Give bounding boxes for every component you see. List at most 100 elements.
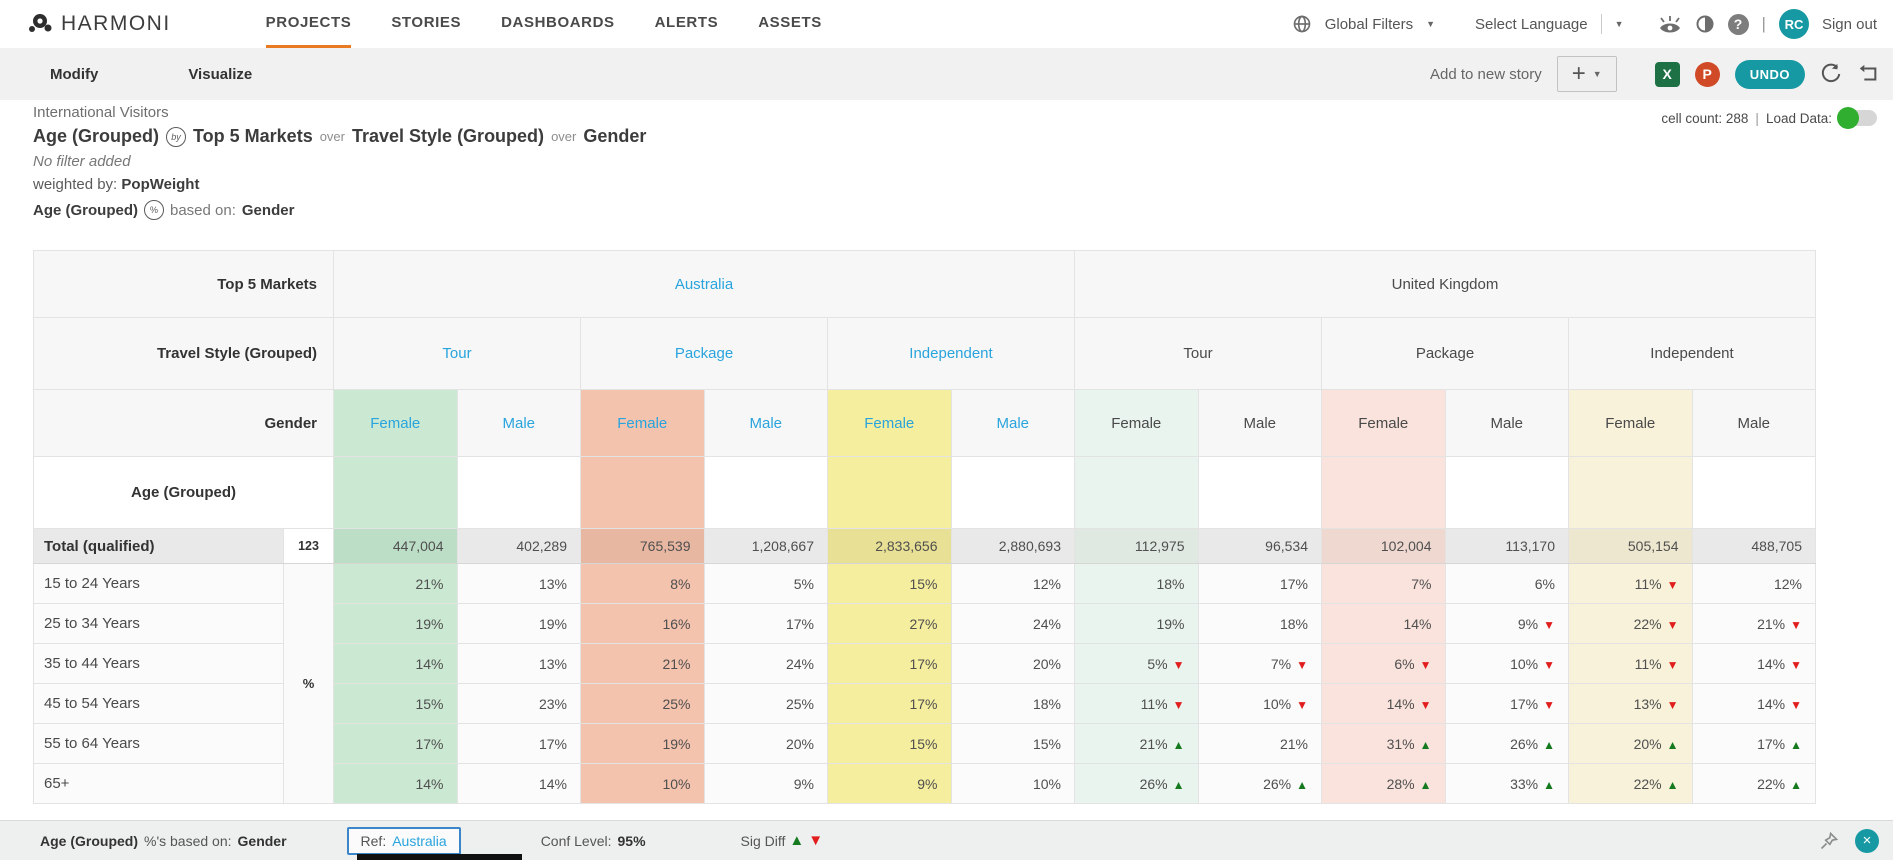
- modify-tab[interactable]: Modify: [50, 66, 98, 83]
- total-cell: 2,880,693: [950, 528, 1075, 564]
- data-cell: 26% ▲: [1444, 723, 1569, 764]
- gender-header[interactable]: Female: [333, 389, 458, 457]
- market-header[interactable]: United Kingdom: [1074, 250, 1816, 318]
- data-cell: 25%: [580, 683, 705, 724]
- confidence-level[interactable]: Conf Level: 95%: [541, 833, 646, 849]
- sig-down-icon: ▼: [1790, 617, 1802, 632]
- age-row-label[interactable]: 15 to 24 Years: [33, 563, 284, 604]
- sig-diff-control[interactable]: Sig Diff ▲ ▼: [741, 832, 824, 849]
- report-toolbar: Modify Visualize Add to new story + ▼ X …: [0, 48, 1893, 100]
- filter-note[interactable]: No filter added: [33, 153, 646, 170]
- close-icon[interactable]: ×: [1855, 828, 1879, 853]
- age-row-label[interactable]: 25 to 34 Years: [33, 603, 284, 644]
- chevron-down-icon[interactable]: ▼: [1426, 19, 1435, 29]
- age-row-label[interactable]: 65+: [33, 763, 284, 804]
- title-dim2[interactable]: Travel Style (Grouped): [352, 126, 544, 147]
- app-logo[interactable]: HARMONI: [28, 11, 171, 37]
- preview-eye-icon[interactable]: [1658, 14, 1682, 34]
- data-cell: 8%: [580, 563, 705, 604]
- gender-header[interactable]: Male: [950, 389, 1075, 457]
- style-header[interactable]: Package: [580, 317, 828, 390]
- add-to-story-button[interactable]: + ▼: [1556, 56, 1617, 92]
- reference-selector[interactable]: Ref: Australia: [346, 826, 461, 855]
- style-header[interactable]: Independent: [1568, 317, 1816, 390]
- tab-projects[interactable]: PROJECTS: [265, 0, 352, 48]
- load-data-toggle[interactable]: [1837, 107, 1877, 129]
- gender-header[interactable]: Male: [1444, 389, 1569, 457]
- gender-header[interactable]: Male: [1691, 389, 1816, 457]
- spacer-cell: [1197, 456, 1322, 529]
- horizontal-scrollbar-thumb[interactable]: [357, 854, 522, 860]
- title-measure[interactable]: Age (Grouped): [33, 126, 159, 147]
- spacer-cell: [580, 456, 705, 529]
- refresh-icon[interactable]: [1820, 63, 1842, 85]
- chevron-down-icon[interactable]: ▼: [1615, 19, 1624, 29]
- contrast-icon[interactable]: [1695, 14, 1715, 34]
- report-title: Age (Grouped) by Top 5 Markets over Trav…: [33, 126, 646, 147]
- data-cell: 16%: [580, 603, 705, 644]
- help-icon[interactable]: ?: [1727, 13, 1749, 35]
- data-cell: 14%: [333, 643, 458, 684]
- gender-header[interactable]: Female: [1568, 389, 1693, 457]
- gender-header[interactable]: Male: [703, 389, 828, 457]
- sig-down-icon: ▼: [1790, 657, 1802, 672]
- brand-name: HARMONI: [61, 12, 171, 35]
- sign-out-button[interactable]: Sign out: [1822, 16, 1877, 33]
- avatar[interactable]: RC: [1778, 9, 1809, 39]
- gender-header[interactable]: Male: [1197, 389, 1322, 457]
- gender-header[interactable]: Female: [1321, 389, 1446, 457]
- tab-assets[interactable]: ASSETS: [758, 0, 822, 48]
- sig-down-icon: ▼: [1296, 657, 1308, 672]
- tab-dashboards[interactable]: DASHBOARDS: [501, 0, 615, 48]
- reset-view-icon[interactable]: [1857, 63, 1879, 85]
- age-row-label[interactable]: 45 to 54 Years: [33, 683, 284, 724]
- data-cell: 17%: [827, 643, 952, 684]
- export-powerpoint-button[interactable]: P: [1694, 61, 1720, 87]
- style-header[interactable]: Tour: [333, 317, 581, 390]
- gender-header[interactable]: Female: [827, 389, 952, 457]
- footer-based-value[interactable]: Gender: [238, 833, 287, 849]
- data-cell: 27%: [827, 603, 952, 644]
- data-cell: 33% ▲: [1444, 763, 1569, 804]
- visualize-tab[interactable]: Visualize: [188, 66, 252, 83]
- data-cell: 17%: [456, 723, 581, 764]
- data-cell: 21%: [333, 563, 458, 604]
- style-header[interactable]: Package: [1321, 317, 1569, 390]
- tab-stories[interactable]: STORIES: [391, 0, 461, 48]
- age-row-label[interactable]: 35 to 44 Years: [33, 643, 284, 684]
- percent-icon[interactable]: %: [144, 200, 164, 220]
- pin-icon[interactable]: [1819, 831, 1839, 851]
- data-cell: 21%: [580, 643, 705, 684]
- weight-variable[interactable]: PopWeight: [121, 176, 199, 193]
- data-cell: 22% ▼: [1568, 603, 1693, 644]
- data-cell: 6% ▼: [1321, 643, 1446, 684]
- tab-alerts[interactable]: ALERTS: [655, 0, 719, 48]
- data-cell: 24%: [703, 643, 828, 684]
- markets-header-label: Top 5 Markets: [33, 250, 334, 318]
- by-swap-icon[interactable]: by: [166, 126, 186, 147]
- style-header[interactable]: Independent: [827, 317, 1075, 390]
- gender-header[interactable]: Female: [580, 389, 705, 457]
- title-dim3[interactable]: Gender: [583, 126, 646, 147]
- footer-measure: Age (Grouped): [40, 832, 138, 849]
- global-filters-button[interactable]: Global Filters: [1325, 16, 1413, 33]
- pct-measure: Age (Grouped): [33, 201, 138, 219]
- data-cell: 15%: [333, 683, 458, 724]
- data-cell: 11% ▼: [1568, 563, 1693, 604]
- style-header[interactable]: Tour: [1074, 317, 1322, 390]
- gender-header[interactable]: Male: [456, 389, 581, 457]
- data-cell: 7%: [1321, 563, 1446, 604]
- select-language-button[interactable]: Select Language: [1475, 16, 1588, 33]
- sig-up-icon: ▲: [1172, 737, 1185, 752]
- data-cell: 14% ▼: [1691, 683, 1816, 724]
- gender-header[interactable]: Female: [1074, 389, 1199, 457]
- data-cell: 7% ▼: [1197, 643, 1322, 684]
- count-format-badge[interactable]: 123: [283, 528, 334, 564]
- title-dim1[interactable]: Top 5 Markets: [193, 126, 313, 147]
- market-header[interactable]: Australia: [333, 250, 1075, 318]
- export-excel-button[interactable]: X: [1654, 61, 1680, 87]
- plus-icon: +: [1571, 60, 1586, 87]
- undo-button[interactable]: UNDO: [1734, 59, 1805, 89]
- age-row-label[interactable]: 55 to 64 Years: [33, 723, 284, 764]
- based-on-value[interactable]: Gender: [242, 202, 295, 219]
